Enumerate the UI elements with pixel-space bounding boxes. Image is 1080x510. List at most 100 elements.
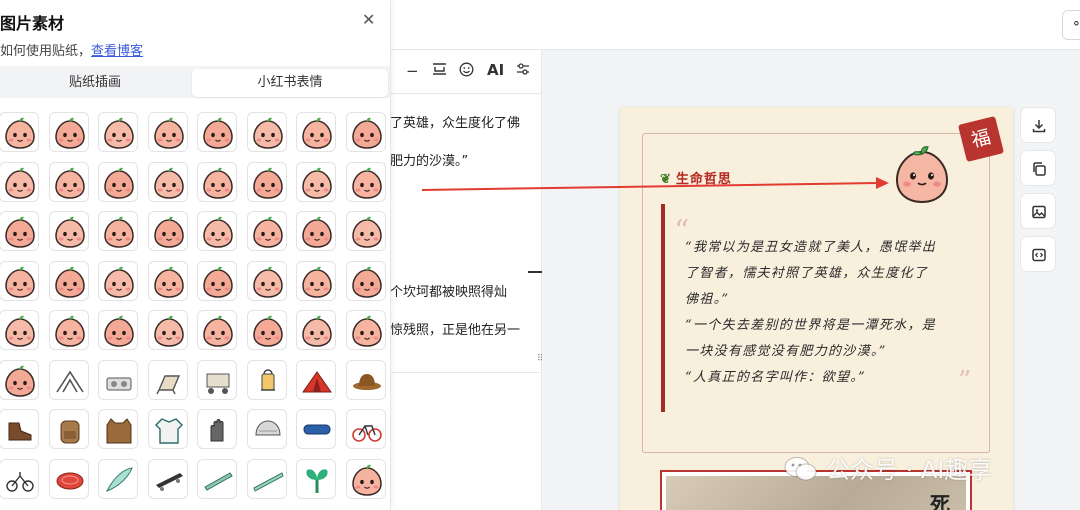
- face-laugh-icon: [5, 117, 35, 149]
- sticker-item[interactable]: [246, 112, 287, 152]
- sticker-item[interactable]: [246, 211, 287, 251]
- sticker-item[interactable]: [98, 260, 138, 301]
- sticker-item[interactable]: [197, 112, 237, 152]
- sticker-item[interactable]: [0, 310, 39, 350]
- sticker-item[interactable]: [147, 211, 188, 251]
- sticker-item[interactable]: [296, 260, 336, 301]
- editor-text-line[interactable]: 个坎坷都被映照得灿: [390, 281, 507, 300]
- sticker-item[interactable]: [296, 310, 336, 350]
- sticker-item[interactable]: [296, 409, 336, 449]
- sticker-item[interactable]: [0, 409, 39, 449]
- sticker-item[interactable]: [345, 211, 386, 251]
- sticker-item[interactable]: [147, 409, 188, 449]
- emoji-icon[interactable]: [459, 62, 474, 81]
- sticker-item[interactable]: [197, 260, 237, 301]
- tree-plant-icon: [306, 468, 328, 493]
- sticker-item[interactable]: [147, 359, 188, 400]
- sticker-item[interactable]: [197, 161, 237, 202]
- sticker-item[interactable]: [197, 211, 237, 251]
- code-button[interactable]: [1020, 236, 1056, 272]
- sticker-item[interactable]: [296, 458, 336, 499]
- quote-line: 一块没有感觉没有肥力的沙漠。”: [685, 344, 887, 359]
- face-sign-buy-icon: [302, 167, 332, 199]
- sticker-item[interactable]: [197, 458, 237, 499]
- ai-icon[interactable]: AI: [487, 61, 504, 79]
- sticker-item[interactable]: [48, 161, 89, 202]
- vest-icon: [106, 418, 132, 444]
- sticker-item[interactable]: [345, 409, 386, 449]
- copy-button[interactable]: [1020, 150, 1056, 186]
- sticker-item[interactable]: [345, 359, 386, 400]
- sticker-item[interactable]: [345, 161, 386, 202]
- sticker-item[interactable]: [48, 211, 89, 251]
- sticker-item[interactable]: [246, 359, 287, 400]
- mascot-sticker-icon[interactable]: [894, 146, 950, 204]
- sticker-item[interactable]: [0, 260, 39, 301]
- sticker-item[interactable]: [147, 260, 188, 301]
- quote-line: “我常以为是丑女造就了美人，愚氓举出: [685, 240, 937, 255]
- sticker-item[interactable]: [296, 112, 336, 152]
- face-sad-icon: [252, 216, 283, 248]
- line-break-icon[interactable]: [432, 62, 447, 80]
- editor-text-line[interactable]: 了英雄，众生度化了佛: [390, 112, 520, 131]
- sticker-item[interactable]: [98, 310, 138, 350]
- sticker-item[interactable]: [246, 409, 287, 449]
- editor-text-line[interactable]: 肥力的沙漠。”: [390, 150, 468, 169]
- goggles-icon: [303, 424, 331, 435]
- close-icon[interactable]: ✕: [362, 10, 375, 29]
- sticker-item[interactable]: [345, 260, 386, 301]
- editor-text-line[interactable]: 惊残照，正是他在另一: [390, 319, 520, 338]
- tab-sticker-illustration[interactable]: 贴纸插画: [0, 69, 190, 97]
- face-dizzy-icon: [104, 266, 134, 298]
- quote-line: “一个失去差别的世界将是一潭死水，是: [685, 318, 937, 333]
- sticker-item[interactable]: [197, 359, 237, 400]
- sticker-item[interactable]: [197, 310, 237, 350]
- sticker-item[interactable]: [98, 161, 138, 202]
- minus-icon[interactable]: −: [406, 62, 419, 80]
- sticker-item[interactable]: [246, 260, 287, 301]
- sticker-item[interactable]: [345, 310, 386, 350]
- sticker-item[interactable]: [48, 359, 89, 400]
- sticker-item[interactable]: [98, 359, 138, 400]
- sticker-item[interactable]: [147, 310, 188, 350]
- sticker-item[interactable]: [0, 112, 39, 152]
- sticker-item[interactable]: [147, 112, 188, 152]
- sticker-item[interactable]: [345, 112, 386, 152]
- share-icon[interactable]: ⚬: [1062, 10, 1080, 40]
- sticker-item[interactable]: [48, 310, 89, 350]
- sticker-item[interactable]: [48, 409, 89, 449]
- sticker-item[interactable]: [345, 458, 386, 499]
- sticker-item[interactable]: [197, 409, 237, 449]
- sticker-item[interactable]: [0, 458, 39, 499]
- download-button[interactable]: [1020, 107, 1056, 143]
- sticker-item[interactable]: [98, 458, 138, 499]
- sticker-item[interactable]: [296, 161, 336, 202]
- sticker-item[interactable]: [296, 211, 336, 251]
- sticker-item[interactable]: [98, 112, 138, 152]
- sticker-item[interactable]: [246, 310, 287, 350]
- sticker-item[interactable]: [98, 409, 138, 449]
- image-icon: [1032, 205, 1046, 219]
- blog-link[interactable]: 查看博客: [91, 44, 143, 59]
- sticker-item[interactable]: [0, 359, 39, 400]
- sticker-item[interactable]: [246, 161, 287, 202]
- sticker-item[interactable]: [0, 161, 39, 202]
- face-kiss-icon: [5, 167, 35, 199]
- sticker-item[interactable]: [246, 458, 287, 499]
- sticker-item[interactable]: [48, 458, 89, 499]
- sticker-item[interactable]: [147, 161, 188, 202]
- sticker-item[interactable]: [296, 359, 336, 400]
- sticker-item[interactable]: [48, 112, 89, 152]
- sticker-item[interactable]: [147, 458, 188, 499]
- face-heart-icon: [351, 464, 382, 496]
- settings-icon[interactable]: [516, 62, 530, 80]
- download-icon: [1032, 120, 1046, 133]
- sticker-item[interactable]: [0, 211, 39, 251]
- sticker-item[interactable]: [98, 211, 138, 251]
- tab-xiaohongshu-emoji[interactable]: 小红书表情: [192, 69, 388, 97]
- image-button[interactable]: [1020, 193, 1056, 229]
- sticker-item[interactable]: [48, 260, 89, 301]
- wechat-icon: [784, 457, 817, 481]
- face-shock-icon: [153, 167, 184, 199]
- paddleboard-icon: [252, 471, 284, 492]
